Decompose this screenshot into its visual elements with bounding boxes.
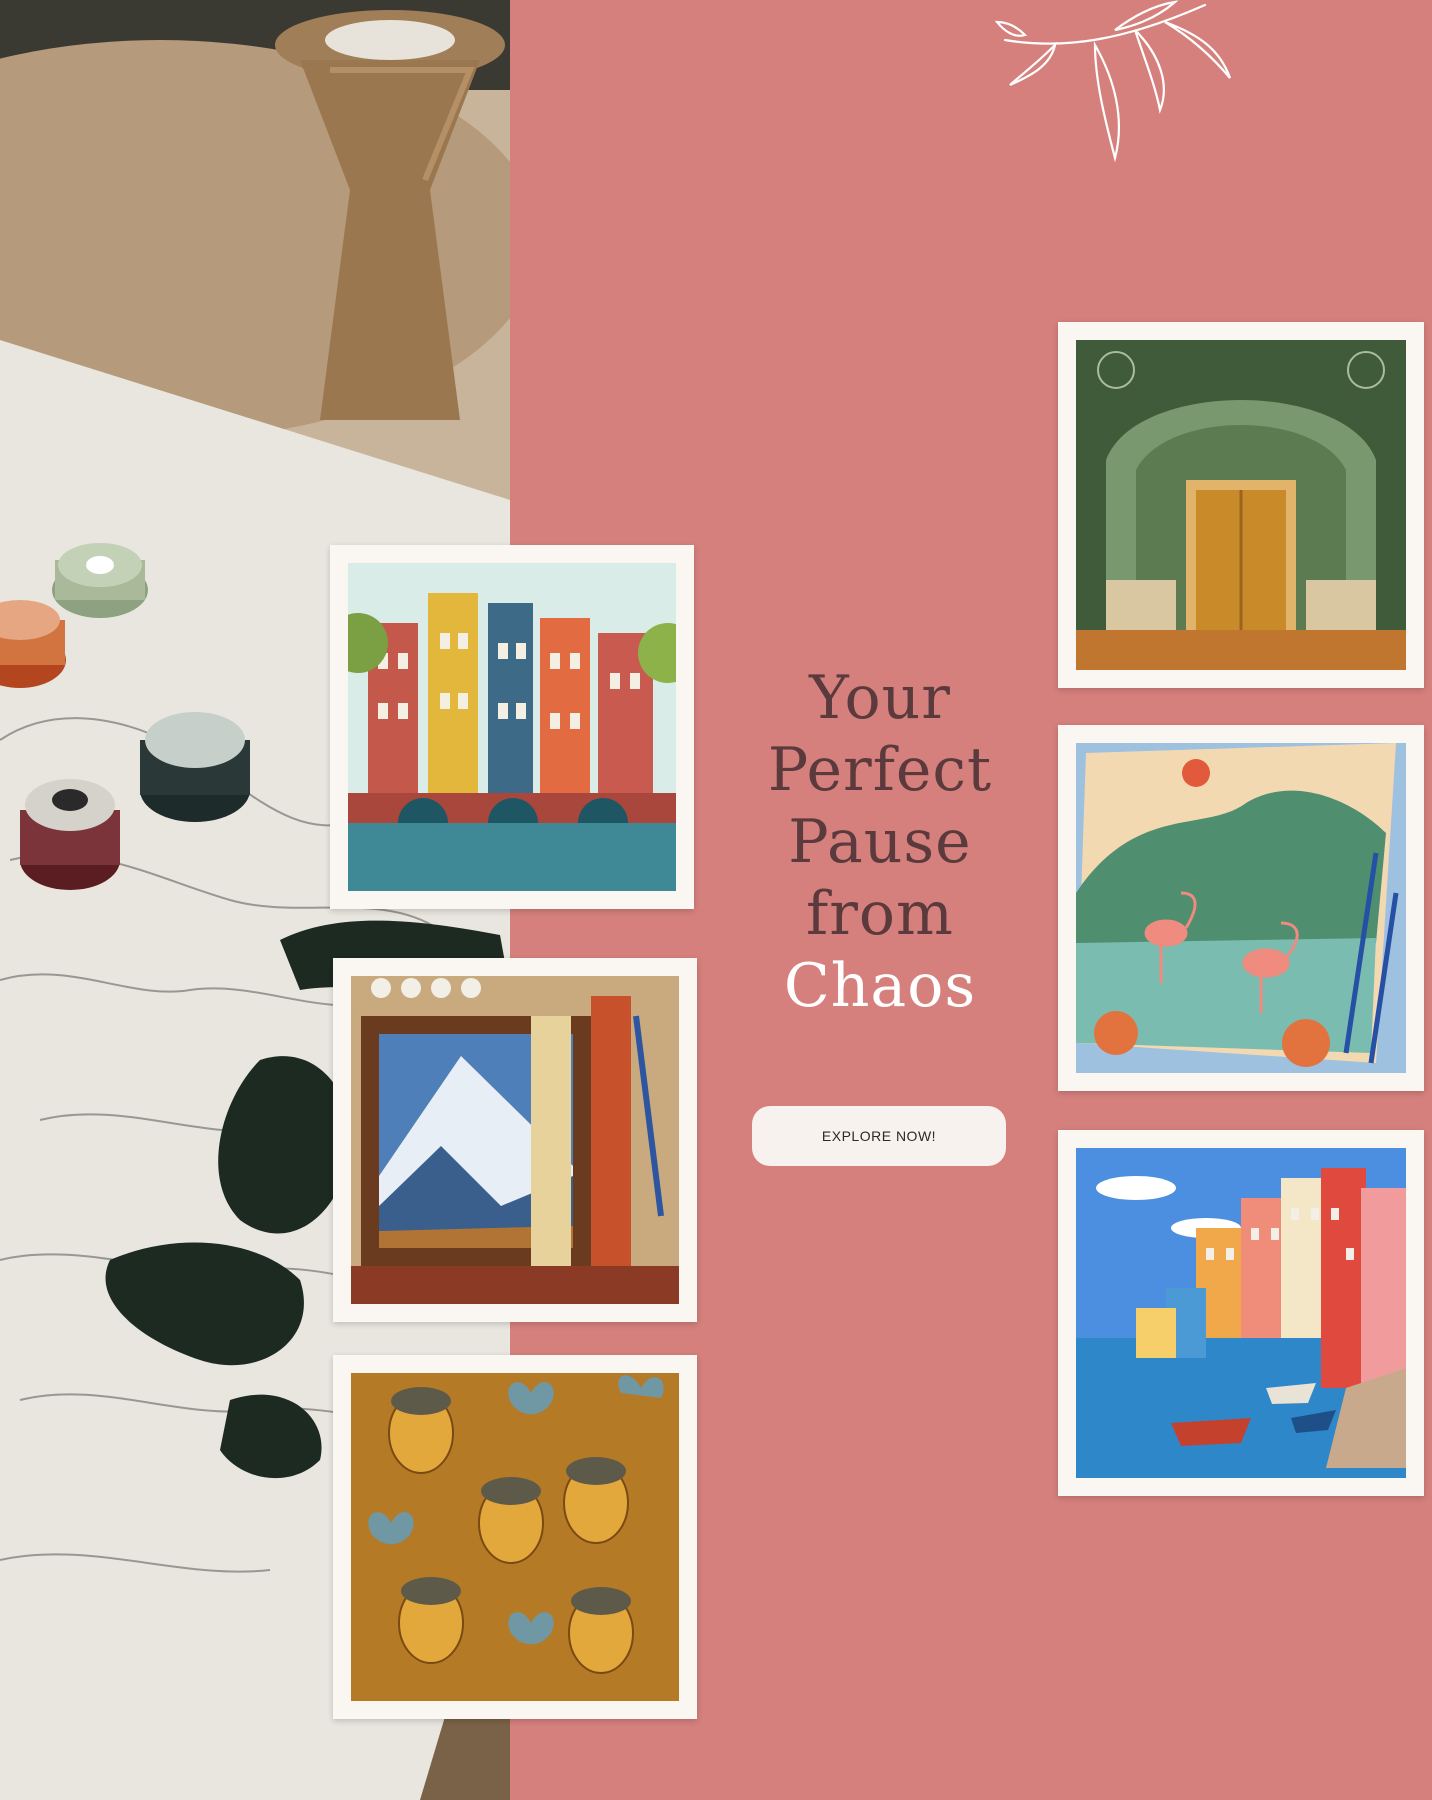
headline-line-3: Pause <box>788 807 972 877</box>
headline-line-5: Chaos <box>783 951 977 1021</box>
card-palace-doorway[interactable] <box>1058 322 1424 688</box>
headline-line-4: from <box>806 879 954 949</box>
buddha-lotus-pattern-painting <box>351 1373 679 1701</box>
card-flamingo-jungle[interactable] <box>1058 725 1424 1091</box>
leaf-branch-icon <box>995 0 1232 163</box>
card-amsterdam[interactable] <box>330 545 694 909</box>
explore-now-button[interactable]: EXPLORE NOW! <box>752 1106 1006 1166</box>
green-palace-doorway-painting <box>1076 340 1406 670</box>
coastal-village-boats-painting <box>1076 1148 1406 1478</box>
amsterdam-canal-houses-painting <box>348 563 676 891</box>
flamingo-jungle-painting <box>1076 743 1406 1073</box>
mountain-window-painting <box>351 976 679 1304</box>
headline-line-1: Your <box>809 663 951 733</box>
hero-headline: Your Perfect Pause from Chaos <box>730 662 1030 1022</box>
card-mountain-window[interactable] <box>333 958 697 1322</box>
card-buddha-lotus[interactable] <box>333 1355 697 1719</box>
headline-line-2: Perfect <box>767 735 993 805</box>
card-coastal-village[interactable] <box>1058 1130 1424 1496</box>
